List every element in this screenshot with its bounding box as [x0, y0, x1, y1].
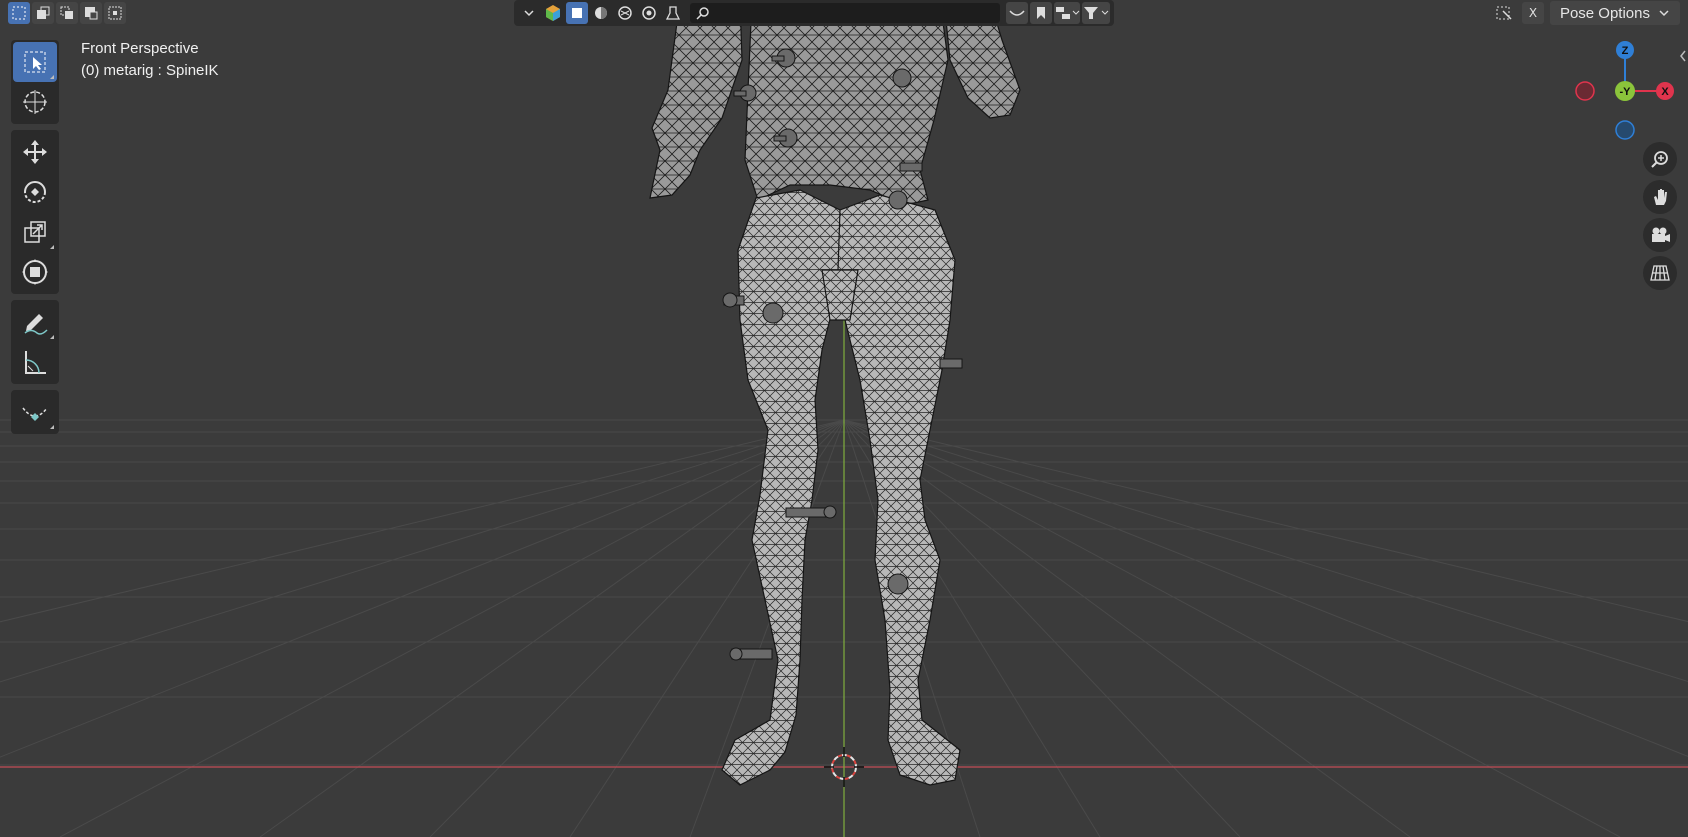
viewport-info: Front Perspective (0) metarig : SpineIK — [81, 38, 219, 82]
hierarchy-dropdown[interactable] — [1054, 2, 1080, 24]
chevron-down-icon — [1659, 10, 1669, 17]
mode-invert-button[interactable] — [104, 2, 126, 24]
select-box-mode-button[interactable] — [8, 2, 30, 24]
tool-shelf — [11, 40, 59, 440]
bookmark-icon[interactable] — [1030, 2, 1052, 24]
character-mesh[interactable] — [649, 0, 1021, 786]
sidebar-toggle-icon[interactable] — [1678, 48, 1688, 62]
tool-group-transform — [11, 130, 59, 294]
measure-tool[interactable] — [13, 342, 57, 382]
header-right: X Pose Options — [1494, 0, 1680, 26]
gizmo-x-label: X — [1661, 86, 1669, 98]
pose-options-label: Pose Options — [1559, 4, 1650, 22]
filter-dropdown[interactable] — [1082, 2, 1110, 24]
gizmo-neg-z — [1615, 120, 1635, 140]
xray-toggle-icon[interactable] — [1494, 2, 1516, 24]
gizmo-z-label: Z — [1622, 45, 1629, 57]
tool-group-select — [11, 40, 59, 124]
select-mode-group — [8, 0, 126, 26]
tool-group-relax — [11, 390, 59, 434]
scale-tool[interactable] — [13, 212, 57, 252]
search-icon — [696, 7, 709, 20]
relax-tool[interactable] — [13, 392, 57, 432]
onion-skin-icon[interactable] — [1006, 2, 1028, 24]
overlays-icon[interactable] — [662, 2, 684, 24]
transform-tool[interactable] — [13, 252, 57, 292]
search-field[interactable] — [690, 3, 1000, 23]
pan-hand-icon[interactable] — [1643, 180, 1677, 214]
viewport-header — [514, 0, 1114, 26]
3d-viewport[interactable]: Z X -Y — [0, 0, 1688, 837]
material-shading-icon[interactable] — [590, 2, 612, 24]
search-input[interactable] — [710, 5, 994, 21]
gizmo-y-label: -Y — [1620, 86, 1632, 98]
view-name: Front Perspective — [81, 40, 199, 57]
visibility-chevron-icon[interactable] — [518, 2, 540, 24]
annotate-tool[interactable] — [13, 302, 57, 342]
context-line: (0) metarig : SpineIK — [81, 62, 219, 79]
tool-group-annotate — [11, 300, 59, 384]
navigation-gizmo[interactable]: Z X -Y — [1575, 41, 1674, 140]
pose-options-dropdown[interactable]: Pose Options — [1549, 1, 1680, 25]
select-box-tool[interactable] — [13, 42, 57, 82]
move-tool[interactable] — [13, 132, 57, 172]
shading-options-icon[interactable] — [638, 2, 660, 24]
cursor-tool[interactable] — [13, 82, 57, 122]
navigation-buttons — [1643, 142, 1677, 294]
rendered-shading-icon[interactable] — [614, 2, 636, 24]
xray-axis-button[interactable]: X — [1521, 2, 1544, 24]
solid-shading-icon[interactable] — [566, 2, 588, 24]
gizmo-icon[interactable] — [542, 2, 564, 24]
camera-view-icon[interactable] — [1643, 218, 1677, 252]
zoom-icon[interactable] — [1643, 142, 1677, 176]
mode-new-button[interactable] — [32, 2, 54, 24]
gizmo-neg-x — [1575, 81, 1595, 101]
mode-extend-button[interactable] — [56, 2, 78, 24]
perspective-toggle-icon[interactable] — [1643, 256, 1677, 290]
mode-subtract-button[interactable] — [80, 2, 102, 24]
rotate-tool[interactable] — [13, 172, 57, 212]
